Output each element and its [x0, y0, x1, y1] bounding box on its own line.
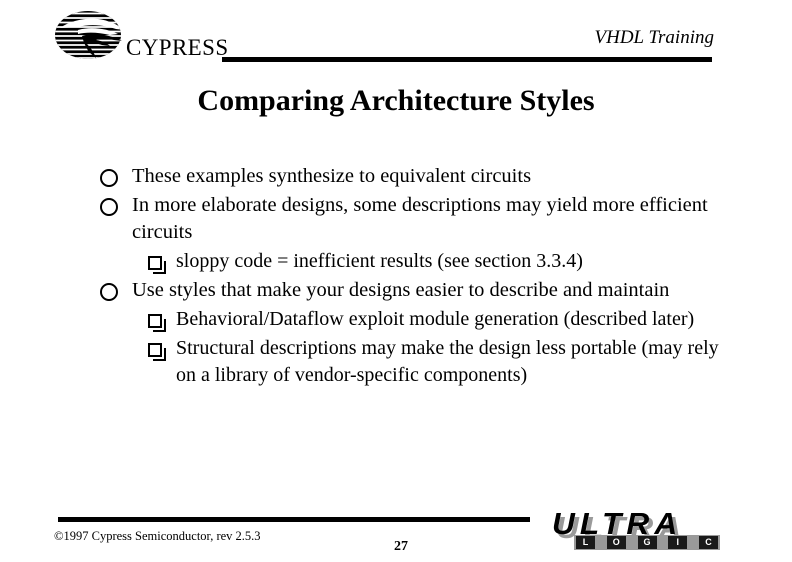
sub-bullet-item: Behavioral/Dataflow exploit module gener… [100, 306, 724, 333]
slide-canvas: CYPRESS VHDL Training Comparing Architec… [0, 0, 792, 562]
square-bullet-icon [148, 313, 166, 332]
bullet-text: Behavioral/Dataflow exploit module gener… [176, 307, 695, 330]
bullet-text: These examples synthesize to equivalent … [132, 165, 532, 187]
bullet-text: Use styles that make your designs easier… [132, 278, 670, 301]
cypress-globe-icon [55, 11, 122, 59]
slide-title: Comparing Architecture Styles [197, 84, 595, 117]
logic-letter-cell: G [637, 536, 657, 549]
cypress-wordmark: CYPRESS [126, 35, 229, 60]
bullet-text: sloppy code = inefficient results (see s… [176, 250, 583, 273]
logic-letter-cell: I [668, 536, 688, 549]
footer-divider-rule [58, 517, 530, 522]
bullet-item: Use styles that make your designs easier… [100, 277, 724, 304]
slide-body: These examples synthesize to equivalent … [100, 163, 724, 390]
sub-bullet-item: Structural descriptions may make the des… [100, 335, 724, 389]
logic-letter-row: L O G I C [574, 535, 720, 550]
header-divider-rule [222, 57, 712, 62]
logic-letter-cell: L [576, 536, 595, 549]
bullet-item: These examples synthesize to equivalent … [100, 163, 724, 190]
circle-bullet-icon [100, 169, 118, 187]
ultra-logic-logo: ULTRA ULTRA L O G I C [552, 508, 734, 557]
course-subject-label: VHDL Training [594, 27, 715, 48]
copyright-notice: ©1997 Cypress Semiconductor, rev 2.5.3 [54, 529, 261, 543]
cypress-logo: CYPRESS [48, 10, 228, 68]
logic-letter-cell: O [606, 536, 626, 549]
bullet-text: In more elaborate designs, some descript… [132, 194, 708, 244]
square-bullet-icon [148, 256, 166, 275]
sub-bullet-item: sloppy code = inefficient results (see s… [100, 248, 724, 275]
circle-bullet-icon [100, 198, 118, 217]
square-bullet-icon [148, 342, 166, 361]
page-number: 27 [394, 539, 408, 554]
circle-bullet-icon [100, 282, 118, 301]
bullet-text: Structural descriptions may make the des… [176, 336, 719, 386]
bullet-item: In more elaborate designs, some descript… [100, 192, 724, 246]
logic-letter-cell: C [699, 536, 718, 549]
